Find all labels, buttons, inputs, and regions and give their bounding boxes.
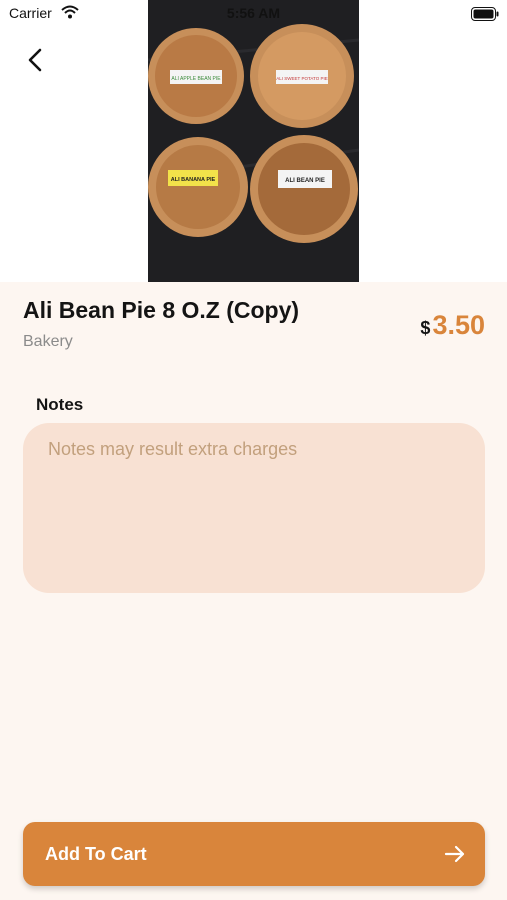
price-currency: $ (420, 318, 431, 338)
arrow-right-icon (444, 845, 465, 863)
product-image-graphic: ALI APPLE BEAN PIE ALI SWEET POTATO PIE … (148, 0, 359, 282)
price-amount: 3.50 (432, 310, 485, 340)
pie-label-bottom-left: ALI BANANA PIE (171, 177, 216, 183)
pie-top-left: ALI APPLE BEAN PIE (148, 28, 244, 124)
product-price: $3.50 (420, 310, 485, 341)
product-image: ALI APPLE BEAN PIE ALI SWEET POTATO PIE … (148, 0, 359, 282)
notes-input[interactable]: Notes may result extra charges (23, 423, 485, 593)
pie-bottom-right: ALI BEAN PIE (250, 135, 358, 243)
product-category: Bakery (23, 333, 73, 350)
product-title: Ali Bean Pie 8 O.Z (Copy) (23, 297, 300, 323)
pie-label-bottom-right: ALI BEAN PIE (285, 178, 325, 184)
pie-top-right: ALI SWEET POTATO PIE (250, 24, 354, 128)
status-time: 5:56 AM (226, 5, 281, 21)
back-button[interactable] (18, 42, 54, 78)
notes-placeholder: Notes may result extra charges (48, 439, 298, 459)
add-to-cart-label: Add To Cart (45, 844, 147, 864)
status-bar: Carrier 5:56 AM (0, 0, 507, 28)
notes-label: Notes (36, 395, 84, 414)
pie-label-top-left: ALI APPLE BEAN PIE (171, 76, 221, 82)
pie-bottom-left: ALI BANANA PIE (148, 137, 248, 237)
chevron-left-icon (28, 48, 42, 72)
battery-icon (471, 7, 499, 21)
add-to-cart-button[interactable]: Add To Cart (23, 822, 485, 886)
pie-label-top-right: ALI SWEET POTATO PIE (276, 76, 327, 81)
product-hero: ALI APPLE BEAN PIE ALI SWEET POTATO PIE … (0, 0, 507, 282)
